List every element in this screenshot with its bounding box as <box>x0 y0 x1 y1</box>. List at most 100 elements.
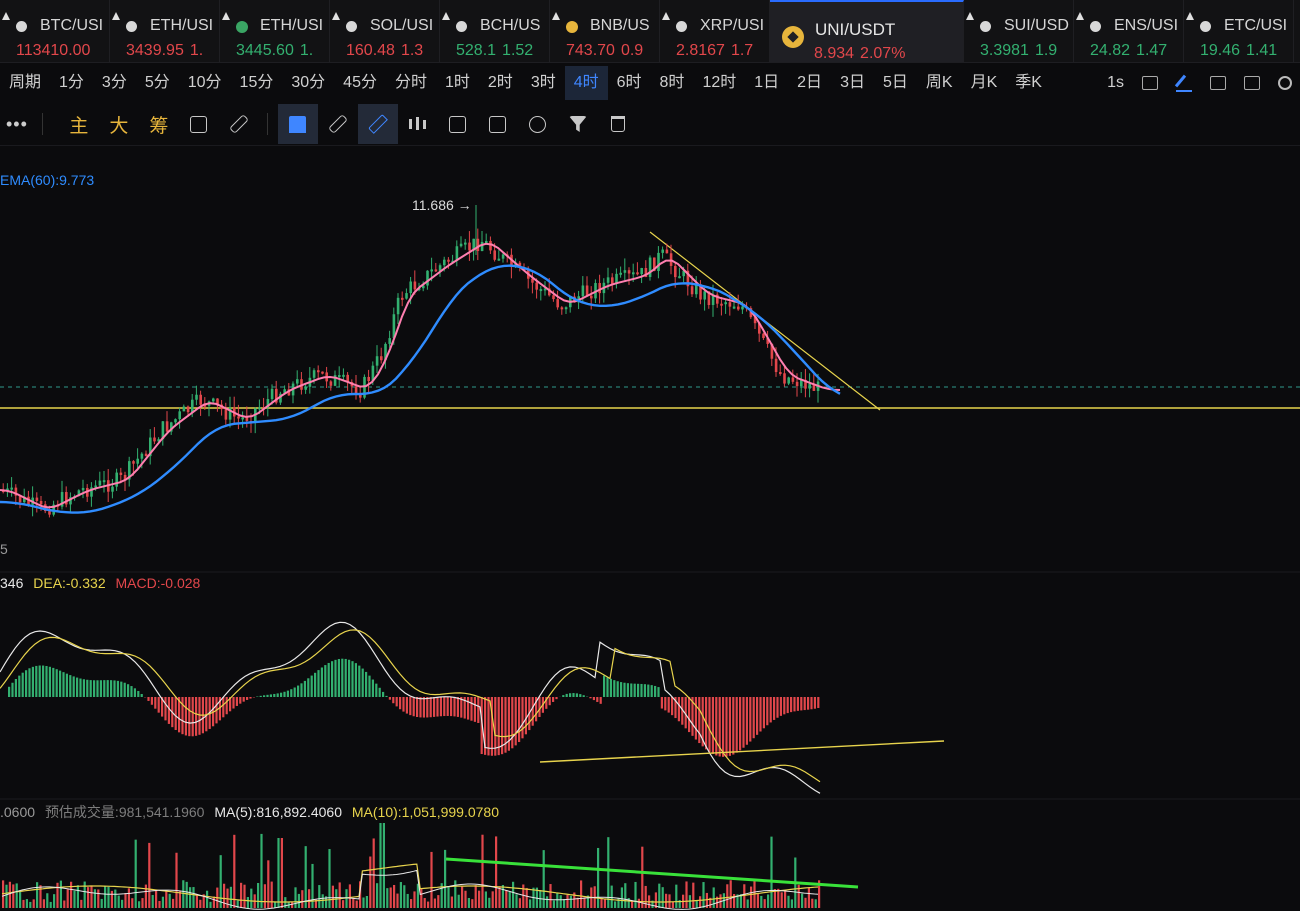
macd-histogram-bar <box>317 670 320 697</box>
macd-histogram-bar <box>140 693 143 697</box>
ticker-tab-7[interactable]: UNI/USDT 8.934 2.07% <box>770 0 964 62</box>
more-icon[interactable]: ••• <box>0 114 34 135</box>
ticker-tab-3[interactable]: SOL/USI 160.48 1.3 <box>330 0 440 62</box>
settings-icon[interactable] <box>1278 76 1292 90</box>
period-4[interactable]: 10分 <box>179 66 231 100</box>
period-1[interactable]: 1分 <box>50 66 93 100</box>
macd-histogram-bar <box>273 693 276 697</box>
ruler-icon[interactable] <box>318 104 358 144</box>
macd-histogram-bar <box>487 697 490 756</box>
period-16[interactable]: 1日 <box>745 66 788 100</box>
macd-histogram-bar <box>399 697 402 710</box>
line-tool-icon[interactable] <box>219 104 259 144</box>
ticker-tab-0[interactable]: BTC/USI 113410.00 <box>0 0 110 62</box>
ticker-tab-10[interactable]: ETC/USI 19.46 1.41 <box>1184 0 1294 62</box>
note-edit-icon[interactable] <box>478 104 518 144</box>
macd-histogram-bar <box>538 697 541 717</box>
volume-bar <box>780 892 783 908</box>
candle-body <box>703 291 706 300</box>
ticker-tab-8[interactable]: SUI/USD 3.3981 1.9 <box>964 0 1074 62</box>
tab-price: 3.3981 1.9 <box>980 42 1057 60</box>
macd-histogram-bar <box>79 678 82 697</box>
period-2[interactable]: 3分 <box>93 66 136 100</box>
popout-icon[interactable] <box>1210 76 1226 90</box>
period-6[interactable]: 30分 <box>282 66 334 100</box>
volume-bar <box>430 851 433 908</box>
candle-body <box>585 285 589 296</box>
second-interval-button[interactable]: 1s <box>1107 66 1124 100</box>
macd-histogram-bar <box>38 665 41 697</box>
macd-histogram-bar <box>181 697 184 735</box>
macd-histogram-bar <box>266 694 269 697</box>
period-17[interactable]: 2日 <box>788 66 831 100</box>
brush-icon[interactable] <box>357 104 398 144</box>
indicator-edit-icon[interactable] <box>179 104 219 144</box>
coin-icon <box>346 21 357 32</box>
macd-histogram-bar <box>164 697 167 721</box>
period-menu[interactable]: 周期 <box>0 66 50 100</box>
candle-body <box>724 302 727 305</box>
ticker-tab-4[interactable]: BCH/US 528.1 1.52 <box>440 0 550 62</box>
tab-price: 8.934 2.07% <box>814 45 905 62</box>
big-order-button[interactable]: 大 <box>99 111 139 138</box>
volume-bar <box>726 884 729 908</box>
candle-body <box>413 281 417 290</box>
period-15[interactable]: 12时 <box>693 66 745 100</box>
volume-bar <box>566 894 569 908</box>
volume-bar <box>73 890 76 908</box>
volume-bar <box>624 883 627 908</box>
candle-body <box>611 277 614 284</box>
volume-bar <box>138 901 141 908</box>
macd-histogram-bar <box>18 675 21 697</box>
period-12[interactable]: 4时 <box>564 66 608 100</box>
macd-histogram-bar <box>715 697 718 756</box>
trash-icon[interactable] <box>598 104 638 144</box>
camera-icon[interactable] <box>1142 76 1158 90</box>
period-19[interactable]: 5日 <box>874 66 917 100</box>
magic-pen-icon[interactable] <box>518 104 558 144</box>
clipboard-icon[interactable] <box>438 104 478 144</box>
period-10[interactable]: 2时 <box>479 66 522 100</box>
macd-histogram-bar <box>606 677 609 697</box>
macd-histogram-bar <box>708 697 711 752</box>
macd-histogram-bar <box>327 662 330 697</box>
candle-body <box>737 306 740 310</box>
period-20[interactable]: 周K <box>917 66 962 100</box>
period-7[interactable]: 45分 <box>334 66 386 100</box>
macd-histogram-bar <box>790 697 793 713</box>
macd-histogram-bar <box>25 670 28 697</box>
ticker-tab-1[interactable]: ETH/USI 3439.95 1. <box>110 0 220 62</box>
candle-body <box>556 299 559 308</box>
period-13[interactable]: 6时 <box>608 66 651 100</box>
draw-pen-icon[interactable] <box>1176 74 1192 92</box>
ticker-tab-9[interactable]: ENS/USI 24.82 1.47 <box>1074 0 1184 62</box>
panel-icon[interactable] <box>1244 76 1260 90</box>
period-9[interactable]: 1时 <box>436 66 479 100</box>
period-18[interactable]: 3日 <box>831 66 874 100</box>
chip-distribution-button[interactable]: 筹 <box>139 111 179 138</box>
macd-histogram-bar <box>106 680 109 697</box>
volume-bar <box>297 893 300 908</box>
volume-bar <box>212 896 215 908</box>
candle-body <box>317 370 320 373</box>
ticker-tab-6[interactable]: XRP/USI 2.8167 1.7 <box>660 0 770 62</box>
volume-bar <box>267 860 270 908</box>
ticker-tab-5[interactable]: BNB/US 743.70 0.9 <box>550 0 660 62</box>
candle-type-icon[interactable] <box>398 104 438 144</box>
period-14[interactable]: 8时 <box>651 66 694 100</box>
macd-histogram-bar <box>283 691 286 697</box>
period-21[interactable]: 月K <box>962 66 1007 100</box>
macd-histogram-bar <box>395 697 398 707</box>
filter-icon[interactable] <box>558 104 598 144</box>
period-22[interactable]: 季K <box>1006 66 1051 100</box>
ticker-tab-2[interactable]: ETH/USI 3445.60 1. <box>220 0 330 62</box>
period-11[interactable]: 3时 <box>522 66 565 100</box>
volume-bar <box>464 890 467 908</box>
main-indicator-button[interactable]: 主 <box>59 111 99 138</box>
candle-body <box>39 500 43 505</box>
candlestick-chart[interactable] <box>0 145 1300 911</box>
period-5[interactable]: 15分 <box>231 66 283 100</box>
bookmark-icon[interactable] <box>277 104 318 144</box>
period-8[interactable]: 分时 <box>386 66 436 100</box>
period-3[interactable]: 5分 <box>136 66 179 100</box>
